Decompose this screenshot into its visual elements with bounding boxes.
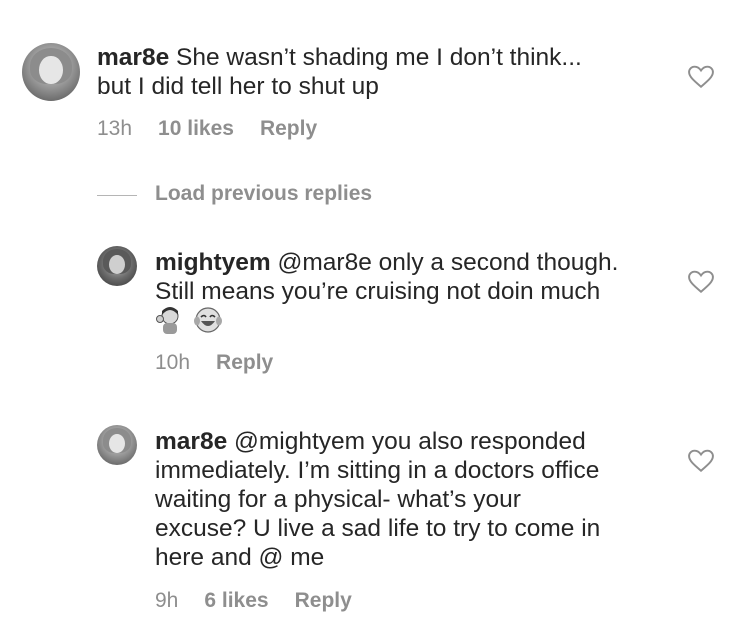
- reply-text-line1: @mar8e only a second though.: [277, 249, 619, 276]
- reply-button[interactable]: Reply: [260, 117, 317, 140]
- reply-meta: 10h Reply: [155, 351, 299, 375]
- comment-time: 13h: [97, 117, 133, 140]
- comment-username[interactable]: mar8e: [97, 44, 169, 71]
- like-heart-icon[interactable]: [688, 65, 714, 89]
- avatar-face: [109, 254, 125, 274]
- like-heart-icon[interactable]: [688, 270, 714, 294]
- reply-text-line2: immediately. I’m sitting in a doctors of…: [155, 457, 600, 484]
- like-heart-icon[interactable]: [688, 449, 714, 473]
- reply-username[interactable]: mightyem: [155, 249, 271, 276]
- reply-time: 10h: [155, 351, 191, 374]
- reply-meta: 9h 6 likes Reply: [155, 589, 378, 613]
- reply-text-line5: here and @ me: [155, 544, 325, 571]
- tears-of-joy-icon: [194, 307, 223, 333]
- avatar[interactable]: [97, 425, 137, 465]
- reply-likes[interactable]: 6 likes: [204, 589, 268, 612]
- avatar-face: [39, 55, 63, 84]
- comment-text-line2: but I did tell her to shut up: [97, 73, 379, 100]
- reply-time: 9h: [155, 589, 179, 612]
- reply-button[interactable]: Reply: [216, 351, 273, 374]
- comment-text-line1: She wasn’t shading me I don’t think...: [176, 44, 582, 71]
- reply-username[interactable]: mar8e: [155, 428, 227, 455]
- avatar-face: [109, 433, 125, 453]
- avatar[interactable]: [97, 246, 137, 286]
- comment-meta: 13h 10 likes Reply: [97, 117, 343, 141]
- avatar[interactable]: [22, 43, 80, 101]
- reply-body: mightyem @mar8e only a second though. St…: [155, 248, 618, 306]
- emoji-row: [155, 305, 227, 335]
- comment-likes[interactable]: 10 likes: [158, 117, 234, 140]
- load-previous-replies-button[interactable]: Load previous replies: [155, 182, 372, 206]
- woman-tipping-hand-icon: [156, 307, 179, 334]
- reply-text-line1: @mightyem you also responded: [234, 428, 586, 455]
- reply-text-line2: Still means you’re cruising not doin muc…: [155, 278, 601, 305]
- comment-body: mar8e She wasn’t shading me I don’t thin…: [97, 43, 582, 101]
- reply-text-line3: waiting for a physical- what’s your: [155, 486, 521, 513]
- reply-text-line4: excuse? U live a sad life to try to come…: [155, 515, 601, 542]
- reply-body: mar8e @mightyem you also responded immed…: [155, 427, 600, 572]
- divider-line: [97, 195, 137, 196]
- reply-button[interactable]: Reply: [295, 589, 352, 612]
